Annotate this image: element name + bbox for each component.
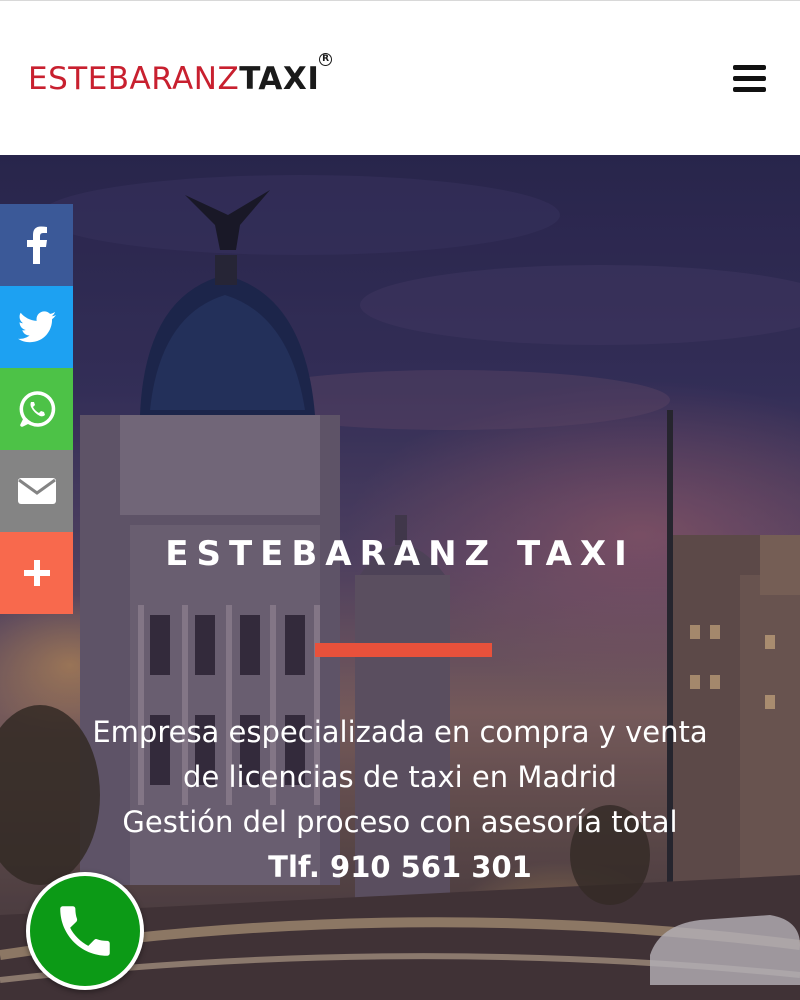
hamburger-bar (733, 65, 766, 70)
hero-title: ESTEBARANZ TAXI (165, 534, 635, 574)
social-share-bar (0, 204, 73, 614)
email-icon (17, 478, 56, 504)
hamburger-bar (733, 76, 766, 81)
site-header: ESTEBARANZTAXI R (0, 0, 800, 155)
hero-line-2: de licencias de taxi en Madrid (183, 760, 617, 794)
facebook-icon (26, 226, 47, 264)
hamburger-menu-icon[interactable] (733, 65, 766, 92)
title-divider (315, 643, 492, 657)
hero-line-3: Gestión del proceso con asesoría total (122, 805, 678, 839)
share-facebook-button[interactable] (0, 204, 73, 286)
registered-mark: R (319, 53, 333, 66)
hero-banner: ESTEBARANZ TAXI Empresa especializada en… (0, 155, 800, 1000)
whatsapp-icon (19, 391, 55, 427)
plus-icon (23, 560, 50, 586)
share-more-button[interactable] (0, 532, 73, 614)
call-button[interactable] (26, 872, 144, 990)
logo-text-light: ESTEBARANZ (28, 61, 240, 97)
share-twitter-button[interactable] (0, 286, 73, 368)
hamburger-bar (733, 87, 766, 92)
hero-line-1: Empresa especializada en compra y venta (92, 715, 708, 749)
twitter-icon (17, 311, 56, 343)
share-email-button[interactable] (0, 450, 73, 532)
site-logo[interactable]: ESTEBARANZTAXI R (28, 53, 333, 99)
hero-description: Empresa especializada en compra y venta … (0, 710, 800, 890)
phone-icon (60, 906, 110, 956)
share-whatsapp-button[interactable] (0, 368, 73, 450)
logo-text-bold: TAXI (239, 61, 320, 97)
